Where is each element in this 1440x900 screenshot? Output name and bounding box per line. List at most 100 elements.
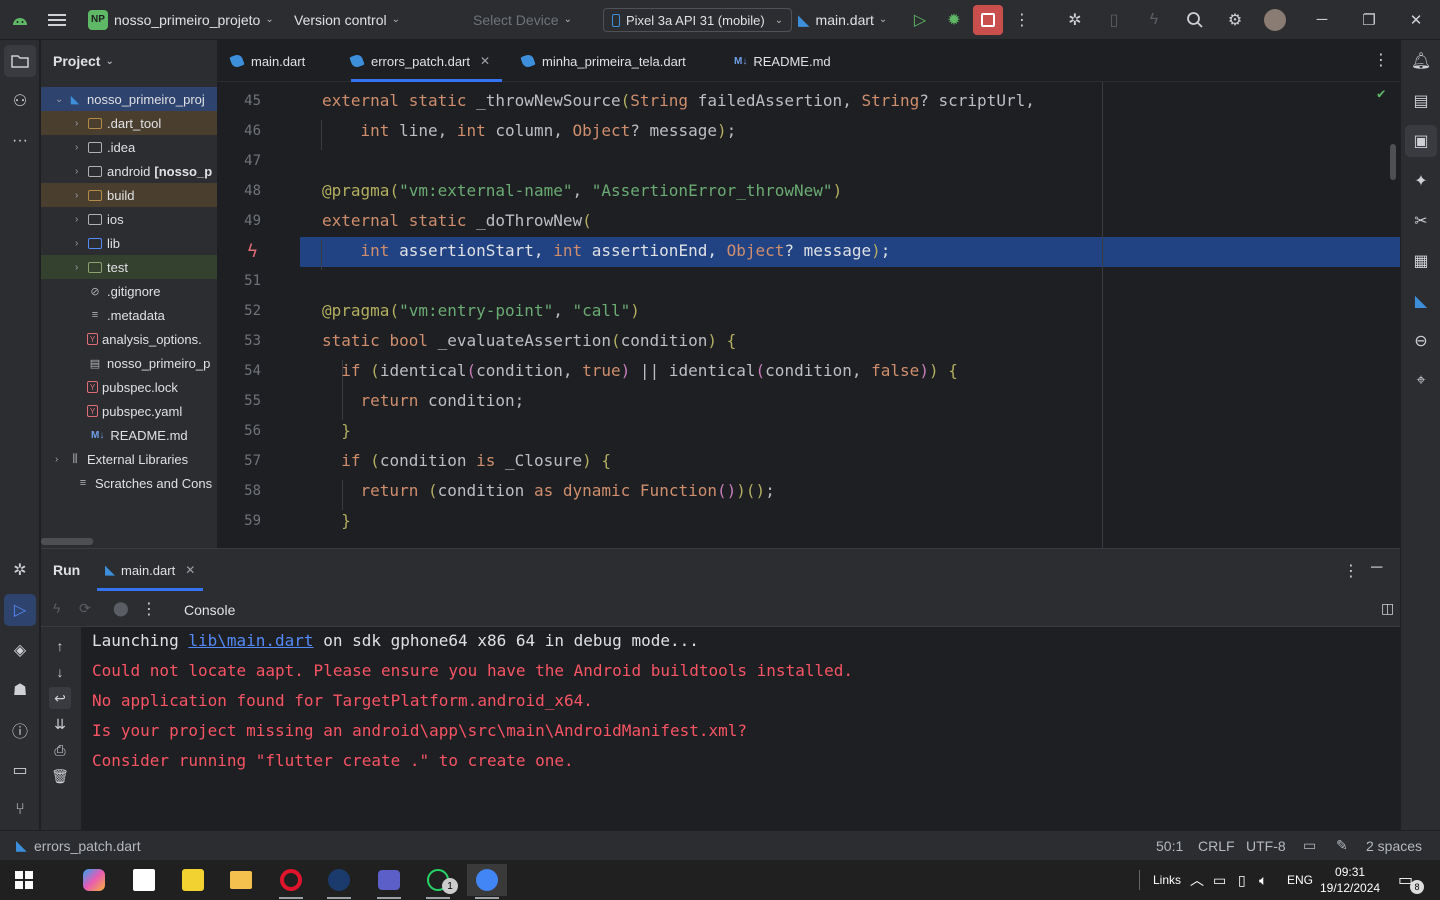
console-file-link[interactable]: lib\main.dart	[188, 631, 313, 650]
tree-item-iml[interactable]: ▤ nosso_primeiro_p	[41, 351, 217, 375]
show-hidden-icons-icon[interactable]: ︿	[1190, 860, 1204, 900]
device-manager-icon[interactable]: ▤	[1405, 85, 1437, 117]
run-config-selector[interactable]: ◣ main.dart ⌄	[798, 0, 887, 40]
git-icon[interactable]: ⑂	[4, 794, 36, 826]
opera-browser-icon[interactable]	[271, 864, 311, 899]
run-icon[interactable]: ▷	[906, 6, 934, 34]
tree-item-test[interactable]: › test	[41, 255, 217, 279]
select-device-dropdown[interactable]: Select Device ⌄	[473, 0, 572, 40]
vertical-scrollbar[interactable]	[1390, 144, 1396, 180]
code-editor[interactable]: 45 46 47 48 49 ϟ 51 52 53 54 55 56 57 58…	[217, 82, 1400, 548]
file-explorer-icon[interactable]	[221, 864, 261, 896]
structure-icon[interactable]: ⚇	[4, 85, 36, 117]
teams-icon[interactable]	[369, 864, 409, 899]
print-icon[interactable]: ⎙	[49, 739, 71, 761]
dart-devtools-icon[interactable]: ◈	[4, 634, 36, 666]
running-devices-icon[interactable]: ▣	[1405, 125, 1437, 157]
scroll-up-icon[interactable]: ↑	[49, 635, 71, 657]
scroll-to-end-icon[interactable]: ⇊	[49, 713, 71, 735]
run-options-icon[interactable]: ⋮	[1343, 561, 1359, 581]
devtools-icon[interactable]: ⬤	[113, 600, 129, 617]
console-tab[interactable]: Console	[184, 602, 235, 618]
more-tools-icon[interactable]: ···	[4, 125, 36, 157]
whatsapp-icon[interactable]: 1	[418, 864, 458, 899]
more-icon[interactable]: ⋮	[141, 599, 157, 619]
battery-icon[interactable]: ▯	[1238, 860, 1246, 900]
tab-errors-patch-dart[interactable]: errors_patch.dart ✕	[349, 40, 503, 82]
readonly-toggle-icon[interactable]: ▭	[1303, 837, 1316, 854]
terminal-icon[interactable]: ▭	[4, 754, 36, 786]
gemini-icon[interactable]: ✦	[1405, 165, 1437, 197]
plex-icon[interactable]	[173, 864, 213, 896]
tree-item-gitignore[interactable]: ⊘ .gitignore	[41, 279, 217, 303]
flutter-inspector-icon[interactable]: ◣	[1405, 285, 1437, 317]
search-icon[interactable]	[1181, 6, 1209, 34]
main-menu-icon[interactable]	[48, 0, 66, 40]
tree-item-ios[interactable]: › ios	[41, 207, 217, 231]
project-selector[interactable]: NP nosso_primeiro_projeto ⌄	[88, 0, 274, 40]
status-file-breadcrumb[interactable]: errors_patch.dart	[34, 838, 141, 854]
tools-icon[interactable]: ✂	[1405, 205, 1437, 237]
tree-item-scratches[interactable]: ≡ Scratches and Cons	[41, 471, 217, 495]
exception-bolt-icon[interactable]: ϟ	[247, 241, 258, 262]
clear-trash-icon[interactable]: 🗑︎	[49, 765, 71, 787]
tree-item-root[interactable]: ⌄ ◣ nosso_primeiro_proj	[41, 87, 217, 111]
hot-reload-icon[interactable]: ϟ	[1140, 6, 1168, 34]
action-center-icon[interactable]: ▭ 8	[1398, 860, 1424, 900]
status-encoding[interactable]: UTF-8	[1246, 838, 1286, 854]
windows-start-icon[interactable]	[4, 864, 44, 896]
android-logo-icon[interactable]	[10, 0, 30, 40]
tree-item-android[interactable]: › android [nosso_p	[41, 159, 217, 183]
code-style-icon[interactable]: ✎	[1336, 837, 1348, 854]
version-control-menu[interactable]: Version control ⌄	[294, 0, 400, 40]
close-icon[interactable]: ✕	[1393, 0, 1439, 40]
epic-games-icon[interactable]	[124, 864, 164, 896]
links-toolbar[interactable]: Links	[1153, 860, 1181, 900]
scroll-down-icon[interactable]: ↓	[49, 661, 71, 683]
copilot-icon[interactable]	[74, 864, 114, 896]
tree-item-metadata[interactable]: ≡ .metadata	[41, 303, 217, 327]
hot-reload-icon[interactable]: ϟ	[53, 600, 60, 616]
tab-main-dart[interactable]: main.dart	[229, 40, 305, 82]
tree-item-dart-tool[interactable]: › .dart_tool	[41, 111, 217, 135]
debug-tool-icon[interactable]: ✲	[4, 554, 36, 586]
tab-readme[interactable]: M↓ README.md	[734, 40, 831, 82]
stop-button[interactable]	[973, 5, 1003, 35]
settings-gear-icon[interactable]: ⚙	[1221, 6, 1249, 34]
android-studio-icon[interactable]	[467, 864, 507, 899]
input-language[interactable]: ENG	[1287, 860, 1313, 900]
tree-item-external-libraries[interactable]: › ⫼ External Libraries	[41, 447, 217, 471]
soft-wrap-icon[interactable]: ↩	[49, 687, 71, 709]
status-line-separator[interactable]: CRLF	[1198, 838, 1235, 854]
status-caret-position[interactable]: 50:1	[1156, 838, 1183, 854]
tree-item-pubspec-yaml[interactable]: Y pubspec.yaml	[41, 399, 217, 423]
hot-restart-icon[interactable]: ⟳	[79, 600, 91, 617]
logcat-icon[interactable]: ☗	[4, 674, 36, 706]
close-tab-icon[interactable]: ✕	[185, 563, 195, 577]
close-tab-icon[interactable]: ✕	[480, 54, 490, 68]
project-tool-folder-icon[interactable]	[4, 45, 36, 77]
notifications-bell-icon[interactable]: 🔔︎	[1405, 45, 1437, 77]
tree-item-readme[interactable]: M↓ README.md	[41, 423, 217, 447]
status-indent[interactable]: 2 spaces	[1366, 838, 1422, 854]
horizontal-scrollbar[interactable]	[41, 538, 93, 545]
clock[interactable]: 09:31 19/12/2024	[1320, 860, 1380, 900]
tree-item-build[interactable]: › build	[41, 183, 217, 207]
minimize-icon[interactable]: ─	[1299, 0, 1345, 40]
run-tab-main-dart[interactable]: ◣ main.dart ✕	[97, 549, 204, 591]
emulator-icon[interactable]: ▦	[1405, 245, 1437, 277]
tree-item-pubspec-lock[interactable]: Y pubspec.lock	[41, 375, 217, 399]
tree-item-analysis-options[interactable]: Y analysis_options.	[41, 327, 217, 351]
run-tool-icon[interactable]: ▷	[4, 594, 36, 626]
layout-toggle-icon[interactable]: ◫	[1381, 600, 1394, 617]
project-panel-header[interactable]: Project ⌄	[41, 40, 217, 82]
more-actions-icon[interactable]: ⋮	[1008, 6, 1036, 34]
device-manager-icon[interactable]: ▯	[1100, 6, 1128, 34]
device-selector[interactable]: Pixel 3a API 31 (mobile) ⌄	[603, 8, 793, 32]
inspection-ok-check-icon[interactable]: ✔	[1377, 86, 1385, 102]
debug-icon[interactable]: ✹	[940, 6, 968, 34]
problems-icon[interactable]: ⓘ	[4, 714, 36, 746]
tree-item-lib[interactable]: › lib	[41, 231, 217, 255]
avatar[interactable]	[1264, 9, 1286, 31]
tab-options-icon[interactable]: ⋮	[1373, 50, 1389, 70]
